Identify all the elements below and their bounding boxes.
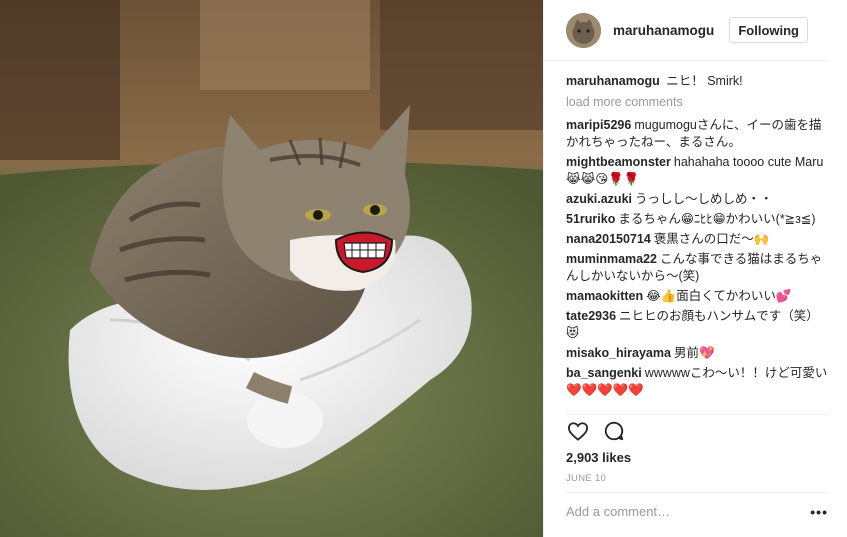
post-actions: 2,903 likes JUNE 10 xyxy=(566,414,828,484)
likes-count[interactable]: 2,903 likes xyxy=(566,450,828,465)
caption-text: ニヒ！ Smirk! xyxy=(666,74,743,88)
load-more-comments-link[interactable]: load more comments xyxy=(566,94,828,111)
cat-photo-illustration xyxy=(0,0,543,537)
comment-item: muminmama22 こんな事できる猫はまるちゃんしかいないから〜(笑) xyxy=(566,251,828,285)
comment-username[interactable]: mightbeamonster xyxy=(566,155,671,169)
comment-username[interactable]: azuki.azuki xyxy=(566,192,632,206)
caption-username[interactable]: maruhanamogu xyxy=(566,74,660,88)
comments-list: maruhanamogu ニヒ！ Smirk! load more commen… xyxy=(566,73,828,402)
post-caption: maruhanamogu ニヒ！ Smirk! xyxy=(566,73,828,90)
avatar-image xyxy=(566,12,601,48)
comment-item: mamaokitten 😂👍面白くてかわいい💕 xyxy=(566,288,828,305)
comment-text: 😂👍面白くてかわいい💕 xyxy=(646,289,792,303)
comment-username[interactable]: ba_sangenki xyxy=(566,366,642,380)
instagram-post: maruhanamogu Following maruhanamogu ニヒ！ … xyxy=(0,0,847,537)
comment-text: 男前💖 xyxy=(673,346,715,360)
comment-item: maripi5296 mugumoguさんに、イーの歯を描かれちゃったねー、まるさ… xyxy=(566,117,828,151)
action-icons xyxy=(566,419,828,443)
speech-bubble-icon[interactable] xyxy=(602,419,626,443)
comment-item: ba_sangenki wwwwwこわ〜い！！けど可愛い❤️❤️❤️❤️❤️ xyxy=(566,365,828,399)
comment-username[interactable]: mamaokitten xyxy=(566,289,643,303)
avatar[interactable] xyxy=(566,12,601,48)
comment-username[interactable]: 51ruriko xyxy=(566,212,615,226)
post-header: maruhanamogu Following xyxy=(544,0,828,61)
comment-item: mightbeamonster hahahaha toooo cute Maru😹… xyxy=(566,154,828,188)
add-comment-input[interactable] xyxy=(566,504,811,519)
post-sidebar: maruhanamogu Following maruhanamogu ニヒ！ … xyxy=(543,0,847,537)
comment-text: まるちゃん😁ﾆﾋﾋ😁かわいい(*≧з≦) xyxy=(618,212,816,226)
comment-username[interactable]: muminmama22 xyxy=(566,252,657,266)
comment-text: 褒黒さんの口だ〜🙌 xyxy=(653,232,770,246)
heart-icon[interactable] xyxy=(566,419,590,443)
comment-username[interactable]: nana20150714 xyxy=(566,232,651,246)
comment-item: misako_hirayama 男前💖 xyxy=(566,345,828,362)
comment-item: azuki.azuki うっしし〜しめしめ・・ xyxy=(566,191,828,208)
comment-item: tate2936 ニヒヒのお顔もハンサムです（笑）😻 xyxy=(566,308,828,342)
post-date: JUNE 10 xyxy=(566,473,607,484)
header-username[interactable]: maruhanamogu xyxy=(613,23,729,38)
more-options-icon[interactable]: ••• xyxy=(810,504,828,520)
comment-username[interactable]: maripi5296 xyxy=(566,118,631,132)
comment-username[interactable]: misako_hirayama xyxy=(566,346,671,360)
following-button[interactable]: Following xyxy=(729,17,808,43)
comment-item: nana20150714 褒黒さんの口だ〜🙌 xyxy=(566,231,828,248)
comment-item: 51ruriko まるちゃん😁ﾆﾋﾋ😁かわいい(*≧з≦) xyxy=(566,211,828,228)
comment-text: うっしし〜しめしめ・・ xyxy=(635,192,773,206)
add-comment-bar: ••• xyxy=(566,492,828,530)
comment-username[interactable]: tate2936 xyxy=(566,309,616,323)
post-photo[interactable] xyxy=(0,0,543,537)
